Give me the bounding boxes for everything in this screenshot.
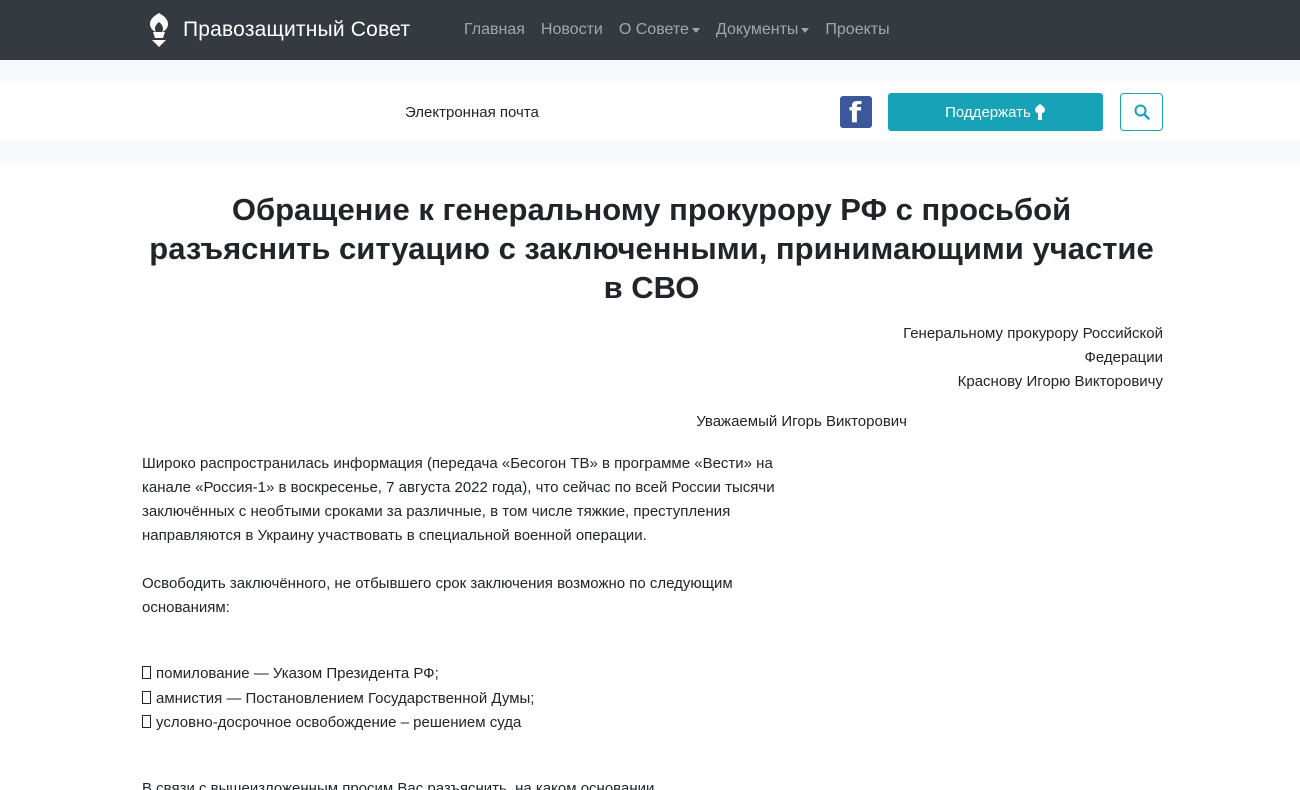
list-item-text: помилование — Указом Президента РФ; bbox=[156, 665, 439, 682]
list-item: условно-досрочное освобождение – решение… bbox=[142, 711, 534, 736]
addressee-line: Краснову Игорю Викторовичу bbox=[957, 373, 1163, 390]
nav-item-about[interactable]: О Совете bbox=[619, 21, 700, 39]
support-button-label: Поддержать bbox=[945, 103, 1031, 121]
nav-label: Документы bbox=[715, 21, 799, 38]
search-icon bbox=[1134, 104, 1150, 120]
grounds-list: помилование — Указом Президента РФ; амни… bbox=[142, 662, 534, 736]
main-nav: Главная Новости О Совете Документы Проек… bbox=[464, 0, 906, 60]
missing-glyph-icon bbox=[142, 690, 151, 704]
facebook-icon[interactable]: f bbox=[840, 96, 872, 129]
support-button[interactable]: Поддержать bbox=[888, 93, 1103, 131]
torch-icon bbox=[1034, 104, 1045, 120]
brand-name: Правозащитный Совет bbox=[183, 18, 411, 41]
salutation: Уважаемый Игорь Викторович bbox=[696, 413, 907, 430]
secondary-bar bbox=[0, 83, 1300, 140]
paragraph: Широко распространилась информация (пере… bbox=[142, 455, 775, 544]
list-item: помилование — Указом Президента РФ; bbox=[142, 662, 534, 687]
email-link[interactable]: Электронная почта bbox=[405, 104, 539, 121]
nav-label: Главная bbox=[464, 21, 525, 38]
paragraph: Освободить заключённого, не отбывшего ср… bbox=[142, 575, 733, 616]
nav-label: О Совете bbox=[618, 21, 689, 38]
missing-glyph-icon bbox=[142, 715, 151, 728]
addressee-line: Генеральному прокурору Российской bbox=[903, 325, 1163, 342]
paragraph: В связи с вышеизложенным просим Вас разъ… bbox=[142, 780, 655, 790]
nav-item-documents[interactable]: Документы bbox=[715, 21, 810, 39]
addressee: Генеральному прокурору Российской Федера… bbox=[850, 322, 1163, 394]
missing-glyph-icon bbox=[142, 666, 151, 679]
list-item: амнистия — Постановлением Государственно… bbox=[142, 687, 534, 712]
caret-down-icon bbox=[691, 28, 700, 33]
brand-link[interactable]: Правозащитный Совет bbox=[145, 10, 410, 50]
list-item-text: амнистия — Постановлением Государственно… bbox=[156, 689, 535, 707]
search-button[interactable] bbox=[1120, 93, 1163, 131]
nav-item-home[interactable]: Главная bbox=[464, 21, 525, 39]
top-navbar: Правозащитный Совет Главная Новости О Со… bbox=[0, 0, 1300, 60]
list-item-text: условно-досрочное освобождение – решение… bbox=[156, 714, 522, 731]
nav-item-projects[interactable]: Проекты bbox=[825, 21, 889, 39]
article-title: Обращение к генеральному прокурору РФ с … bbox=[149, 192, 1154, 305]
nav-label: Новости bbox=[540, 21, 603, 38]
caret-down-icon bbox=[801, 28, 810, 33]
nav-label: Проекты bbox=[825, 21, 890, 38]
torch-logo-icon bbox=[150, 13, 168, 47]
addressee-line: Федерации bbox=[1084, 349, 1163, 366]
nav-item-news[interactable]: Новости bbox=[541, 21, 603, 39]
